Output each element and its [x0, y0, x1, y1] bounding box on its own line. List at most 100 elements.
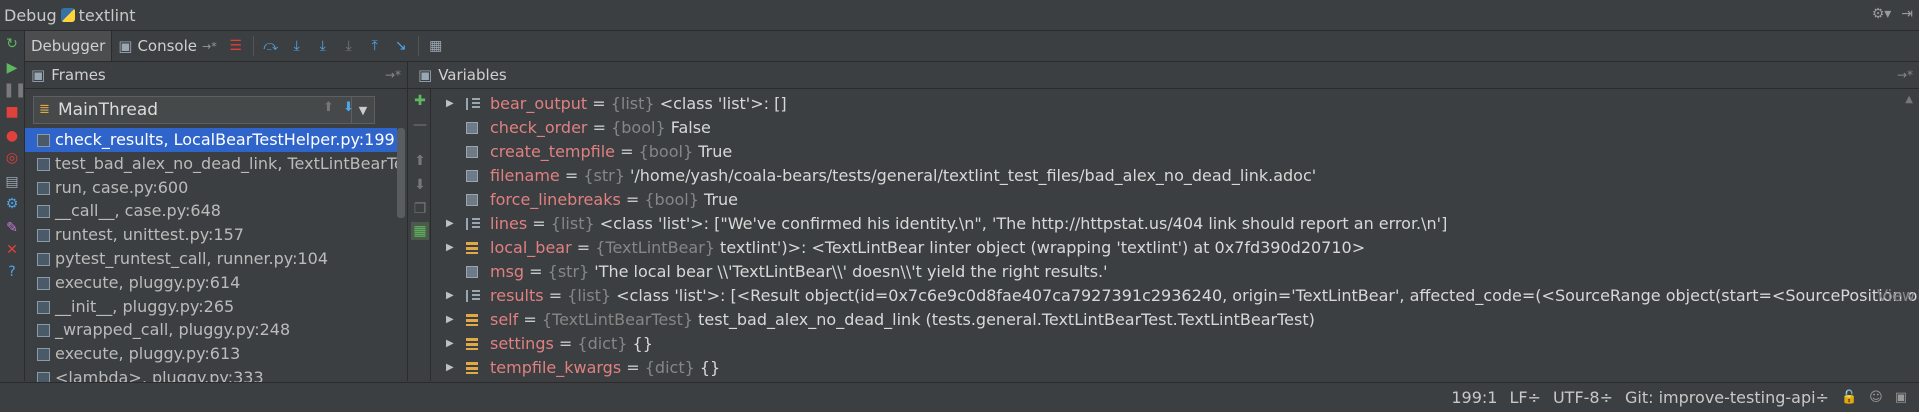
step-into-my-code-icon[interactable]: ⤓: [312, 35, 334, 57]
pin-icon[interactable]: ✎: [3, 219, 21, 237]
variable-value: False: [670, 118, 711, 137]
variables-scroll-up-icon[interactable]: ▲: [1905, 94, 1913, 105]
close-icon[interactable]: ✕: [3, 241, 21, 259]
expand-arrow-icon[interactable]: ▶: [446, 356, 458, 380]
variable-value: True: [698, 142, 733, 161]
hector-icon[interactable]: ☺: [1869, 390, 1883, 405]
caret-position[interactable]: 199:1: [1451, 388, 1497, 407]
expand-arrow-icon[interactable]: ▶: [446, 92, 458, 116]
console-tab-label: Console: [137, 37, 197, 55]
variable-name: results: [490, 286, 544, 305]
resume-icon[interactable]: ▶: [3, 59, 21, 77]
frame-row[interactable]: execute, pluggy.py:613: [25, 342, 397, 366]
chevron-down-icon[interactable]: ▼: [351, 97, 374, 123]
frame-row[interactable]: run, case.py:600: [25, 176, 397, 200]
variable-row[interactable]: force_linebreaks = {bool} True: [432, 188, 1919, 212]
tab-debugger[interactable]: Debugger: [25, 31, 113, 61]
view-breakpoints-icon[interactable]: ●: [3, 127, 21, 145]
hide-panel-icon[interactable]: ⇥: [1901, 6, 1913, 22]
file-encoding[interactable]: UTF-8÷: [1553, 388, 1613, 407]
expand-arrow-icon[interactable]: ▶: [446, 308, 458, 332]
frames-pin-icon[interactable]: →*: [385, 68, 401, 82]
variable-row[interactable]: ▶ settings = {dict} {}: [432, 332, 1919, 356]
expand-arrow-icon[interactable]: ▶: [446, 332, 458, 356]
frame-list: check_results, LocalBearTestHelper.py:19…: [25, 128, 397, 390]
primitive-type-icon: [466, 122, 478, 134]
mute-breakpoints-icon[interactable]: ◎: [3, 149, 21, 167]
list-type-icon: [466, 98, 480, 110]
variable-row[interactable]: ▶ tempfile_kwargs = {dict} {}: [432, 356, 1919, 380]
step-out-icon[interactable]: ⤒: [364, 35, 386, 57]
frame-label: test_bad_alex_no_dead_link, TextLintBear…: [55, 153, 397, 173]
expand-arrow-icon[interactable]: ▶: [446, 212, 458, 236]
variable-row[interactable]: ▶ self = {TextLintBearTest} test_bad_alex…: [432, 308, 1919, 332]
variable-type: {dict}: [577, 334, 628, 353]
frame-row[interactable]: runtest, unittest.py:157: [25, 223, 397, 247]
debug-tab-bar: Debugger ▣ Console →* ☰ ⤼ ⤓ ⤓ ⤓ ⤒ ↘ ▦: [25, 31, 1919, 62]
frame-icon: [37, 300, 50, 314]
frame-row[interactable]: __init__, pluggy.py:265: [25, 295, 397, 319]
primitive-type-icon: [466, 266, 478, 278]
frame-row[interactable]: __call__, case.py:648: [25, 199, 397, 223]
list-type-icon: [466, 290, 480, 302]
rerun-icon[interactable]: ↻: [3, 35, 21, 53]
variable-row[interactable]: ▶ lines = {list} <class 'list'>: ["We've …: [432, 212, 1919, 236]
stop-icon[interactable]: ■: [3, 103, 21, 121]
step-into-icon[interactable]: ⤓: [286, 35, 308, 57]
run-to-cursor-icon[interactable]: ↘: [390, 35, 412, 57]
frame-row[interactable]: _wrapped_call, pluggy.py:248: [25, 318, 397, 342]
expand-arrow-icon[interactable]: ▶: [446, 236, 458, 260]
variable-type: {TextLintBearTest}: [541, 310, 694, 329]
expand-arrow-icon[interactable]: ▶: [446, 284, 458, 308]
step-over-icon[interactable]: ⤼: [260, 35, 282, 57]
frame-row[interactable]: execute, pluggy.py:614: [25, 271, 397, 295]
event-log-icon[interactable]: ▣: [1895, 390, 1907, 405]
variable-row[interactable]: check_order = {bool} False: [432, 116, 1919, 140]
debugger-tab-label: Debugger: [31, 37, 106, 55]
equals-sign: =: [587, 118, 612, 137]
git-branch[interactable]: Git: improve-testing-api÷: [1625, 388, 1829, 407]
variable-text: tempfile_kwargs = {dict} {}: [490, 356, 720, 380]
title-bar: Debug textlint ⚙▾ ⇥: [0, 0, 1919, 31]
variable-name: local_bear: [490, 238, 572, 257]
frame-label: run, case.py:600: [55, 177, 189, 197]
equals-sign: =: [615, 142, 639, 161]
variable-row[interactable]: msg = {str} 'The local bear \\'TextLintB…: [432, 260, 1919, 284]
status-bar: 199:1 LF÷ UTF-8÷ Git: improve-testing-ap…: [0, 382, 1919, 412]
variable-row[interactable]: ▶ bear_output = {list} <class 'list'>: []: [432, 92, 1919, 116]
variable-name: self: [490, 310, 519, 329]
frames-scrollbar[interactable]: [397, 128, 405, 218]
show-execution-point-icon[interactable]: ☰: [225, 35, 247, 57]
variable-row[interactable]: ▶ results = {list} <class 'list'>: [<Resu…: [432, 284, 1919, 308]
help-icon[interactable]: ?: [3, 263, 21, 281]
frame-icon: [37, 276, 50, 290]
frame-row[interactable]: check_results, LocalBearTestHelper.py:19…: [25, 128, 397, 152]
settings-icon[interactable]: ⚙: [3, 195, 21, 213]
view-link[interactable]: View: [1877, 284, 1915, 308]
tab-console[interactable]: ▣ Console →*: [112, 31, 222, 61]
run-config-name: textlint: [78, 5, 136, 25]
previous-frame-icon[interactable]: ⬆: [323, 100, 334, 115]
settings-gear-icon[interactable]: ⚙▾: [1872, 6, 1892, 22]
lock-icon[interactable]: 🔓: [1841, 390, 1857, 405]
next-frame-icon[interactable]: ⬇: [343, 100, 354, 115]
line-separator[interactable]: LF÷: [1509, 388, 1541, 407]
frame-icon: [37, 324, 50, 338]
variable-type: {list}: [567, 286, 612, 305]
force-step-into-icon[interactable]: ⤓: [338, 35, 360, 57]
variable-row[interactable]: create_tempfile = {bool} True: [432, 140, 1919, 164]
pause-icon[interactable]: ❚❚: [3, 81, 26, 99]
frame-row[interactable]: pytest_runtest_call, runner.py:104: [25, 247, 397, 271]
variables-pin-icon[interactable]: →*: [1897, 68, 1913, 82]
evaluate-expression-icon[interactable]: ▦: [425, 35, 447, 57]
variable-row[interactable]: ▶ local_bear = {TextLintBear} textlint')>…: [432, 236, 1919, 260]
layout-icon[interactable]: ▤: [3, 173, 21, 191]
variable-name: msg: [490, 262, 525, 281]
variables-title: Variables: [438, 66, 507, 84]
console-arrow-icon: →*: [201, 39, 217, 53]
equals-sign: =: [518, 310, 542, 329]
variables-icon: ▣: [418, 66, 433, 84]
variable-row[interactable]: filename = {str} '/home/yash/coala-bears…: [432, 164, 1919, 188]
variable-name: bear_output: [490, 94, 588, 113]
frame-row[interactable]: test_bad_alex_no_dead_link, TextLintBear…: [25, 152, 397, 176]
